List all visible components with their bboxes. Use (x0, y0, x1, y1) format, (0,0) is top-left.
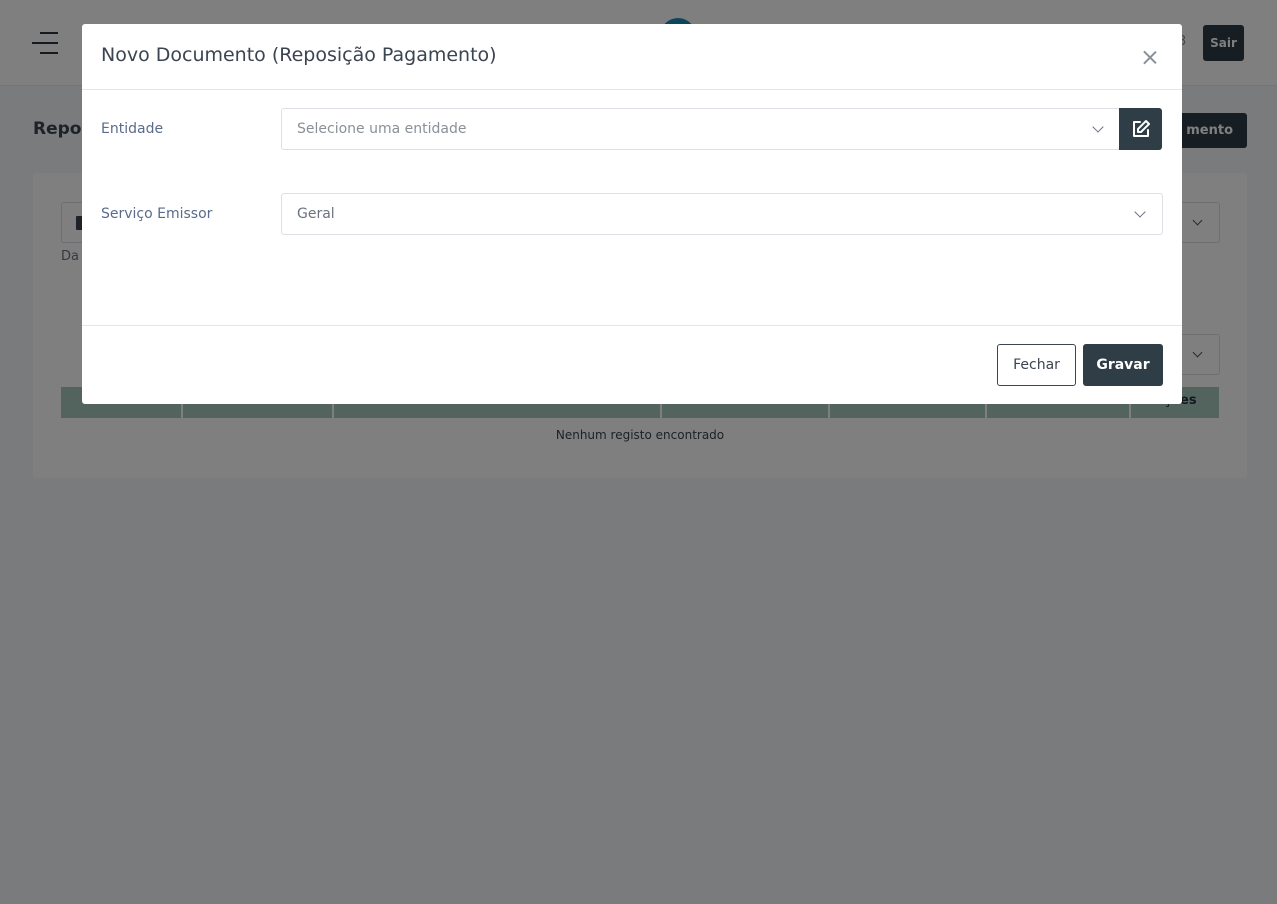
modal-footer: Fechar Gravar (82, 325, 1182, 404)
entidade-select[interactable]: Selecione uma entidade (281, 108, 1120, 150)
edit-entity-button[interactable] (1119, 108, 1162, 150)
new-document-modal: Novo Documento (Reposição Pagamento) Ent… (82, 24, 1182, 404)
modal-header: Novo Documento (Reposição Pagamento) (82, 24, 1182, 90)
close-button[interactable]: Fechar (997, 344, 1076, 386)
chevron-down-icon (1092, 121, 1104, 133)
entidade-label: Entidade (101, 121, 164, 137)
edit-icon (1133, 120, 1150, 137)
servico-emissor-select[interactable]: Geral (281, 193, 1163, 235)
servico-emissor-label: Serviço Emissor (101, 206, 213, 222)
entidade-placeholder: Selecione uma entidade (297, 121, 467, 137)
chevron-down-icon (1134, 206, 1146, 218)
close-icon[interactable] (1140, 47, 1160, 67)
servico-emissor-value: Geral (297, 206, 335, 222)
save-button[interactable]: Gravar (1083, 344, 1163, 386)
modal-title: Novo Documento (Reposição Pagamento) (101, 44, 497, 66)
